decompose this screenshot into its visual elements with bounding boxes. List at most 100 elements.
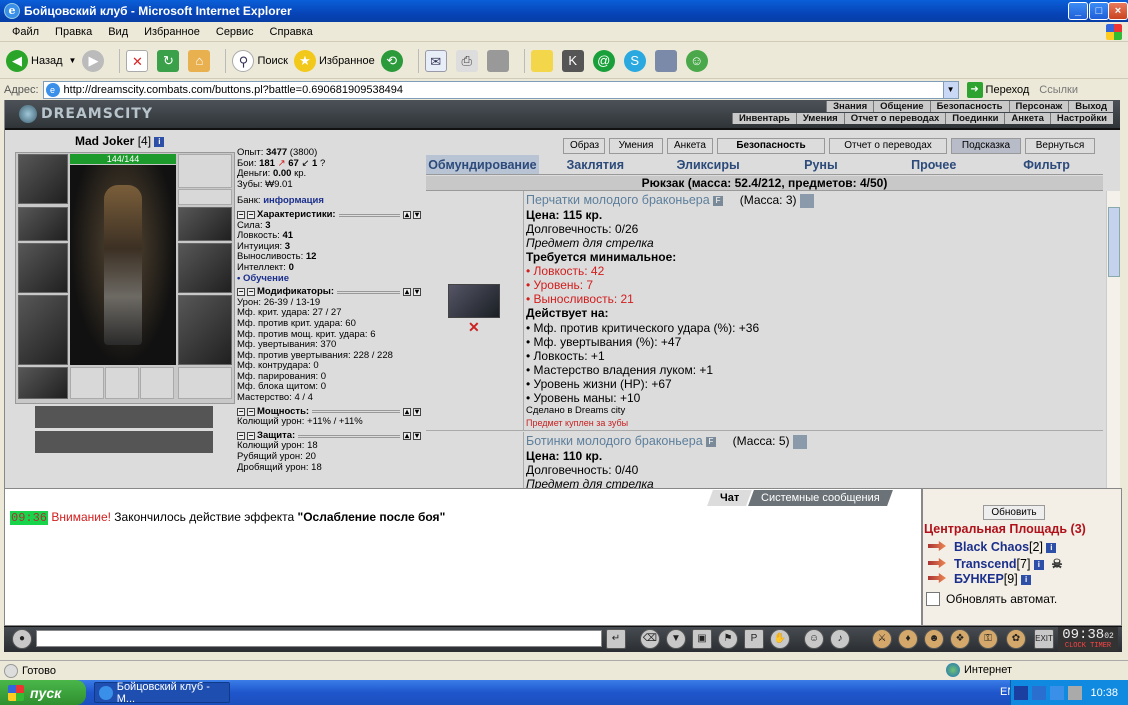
boots-slot[interactable] bbox=[178, 367, 232, 399]
send-icon[interactable]: ↵ bbox=[606, 629, 626, 649]
tray-clock[interactable]: 10:38 bbox=[1090, 687, 1118, 699]
filter-icon[interactable]: ▼ bbox=[666, 629, 686, 649]
info-icon[interactable]: i bbox=[1033, 559, 1044, 570]
minimize-button[interactable]: _ bbox=[1068, 2, 1088, 20]
close-button[interactable]: × bbox=[1108, 2, 1128, 20]
tab-chat[interactable]: Чат bbox=[707, 490, 753, 506]
skype-button[interactable]: S bbox=[623, 49, 649, 72]
gloves-item-image[interactable] bbox=[448, 284, 500, 318]
history-button[interactable]: ⟲ bbox=[380, 49, 406, 72]
sound-icon[interactable]: ♪ bbox=[830, 629, 850, 649]
home-button[interactable]: ⌂ bbox=[188, 49, 213, 72]
maximize-button[interactable]: □ bbox=[1089, 2, 1109, 20]
ring-slot-3[interactable] bbox=[140, 367, 174, 399]
edit-button[interactable] bbox=[486, 49, 512, 72]
info-icon[interactable]: i bbox=[1046, 542, 1057, 553]
refresh-room-button[interactable]: Обновить bbox=[983, 505, 1045, 520]
nav-settings[interactable]: Настройки bbox=[1049, 113, 1113, 124]
weapon-slot[interactable] bbox=[18, 243, 68, 293]
player-item[interactable]: Black Chaos[2] i bbox=[928, 540, 1057, 554]
mask-icon[interactable]: ☻ bbox=[924, 629, 944, 649]
belt-slot[interactable] bbox=[18, 367, 68, 399]
media-button[interactable] bbox=[654, 49, 680, 72]
nav-transfers[interactable]: Отчет о переводах bbox=[843, 113, 946, 124]
pants-slot[interactable] bbox=[178, 295, 232, 365]
print-button[interactable]: ⎙ bbox=[455, 49, 481, 72]
gloves-slot[interactable] bbox=[178, 207, 232, 241]
security-button[interactable]: Безопасность bbox=[717, 138, 825, 154]
exit-icon[interactable]: EXIT bbox=[1034, 629, 1054, 649]
image-button[interactable]: Образ bbox=[563, 138, 605, 154]
clear-icon[interactable]: ⌫ bbox=[640, 629, 660, 649]
item-title[interactable]: Перчатки молодого браконьера bbox=[526, 193, 710, 207]
nav-communication[interactable]: Общение bbox=[873, 101, 930, 112]
ring-slot-2[interactable] bbox=[105, 367, 139, 399]
menu-view[interactable]: Вид bbox=[100, 26, 136, 38]
fight-icon[interactable] bbox=[928, 573, 946, 583]
item-title[interactable]: Ботинки молодого браконьера bbox=[526, 434, 703, 448]
skills-button[interactable]: Умения bbox=[609, 138, 663, 154]
helmet-slot[interactable] bbox=[18, 154, 68, 204]
profile-button[interactable]: Анкета bbox=[667, 138, 713, 154]
forward-button[interactable]: ▶ bbox=[82, 49, 107, 72]
tab-other[interactable]: Прочее bbox=[877, 155, 990, 174]
links-button[interactable]: Ссылки bbox=[1039, 84, 1078, 96]
fight-icon[interactable] bbox=[928, 558, 946, 568]
player-item[interactable]: Transcend[7] i ☠ bbox=[928, 556, 1063, 571]
transfers-button[interactable]: Отчет о переводах bbox=[829, 138, 947, 154]
ring-slot-1[interactable] bbox=[70, 367, 104, 399]
tray-icon[interactable] bbox=[1050, 685, 1065, 700]
return-button[interactable]: Вернуться bbox=[1025, 138, 1095, 154]
tray-icon[interactable] bbox=[1032, 685, 1047, 700]
stop-button[interactable]: ✕ bbox=[126, 49, 151, 72]
armor-slot[interactable] bbox=[18, 295, 68, 365]
network-icon[interactable] bbox=[1014, 685, 1029, 700]
chevron-down-icon[interactable]: ▼ bbox=[69, 56, 77, 65]
nav-fights[interactable]: Поединки bbox=[945, 113, 1005, 124]
silence-icon[interactable]: P bbox=[744, 629, 764, 649]
hint-button[interactable]: Подсказка bbox=[951, 138, 1021, 154]
address-dropdown-icon[interactable]: ▼ bbox=[942, 80, 959, 99]
bag-icon[interactable]: ✿ bbox=[1006, 629, 1026, 649]
taskbar-window-item[interactable]: Бойцовский клуб - M... bbox=[94, 681, 230, 705]
hand-icon[interactable]: ✋ bbox=[770, 629, 790, 649]
tab-system-messages[interactable]: Системные сообщения bbox=[748, 490, 893, 506]
go-button[interactable]: ➜ Переход bbox=[966, 81, 1029, 98]
lock-icon[interactable]: ⚿ bbox=[978, 629, 998, 649]
chat-input[interactable] bbox=[36, 630, 602, 647]
info-icon[interactable]: i bbox=[1021, 574, 1032, 585]
nav-knowledge[interactable]: Знания bbox=[826, 101, 874, 112]
attack-icon[interactable]: ⚔ bbox=[872, 629, 892, 649]
nav-profile[interactable]: Анкета bbox=[1004, 113, 1050, 124]
shield-slot[interactable] bbox=[178, 243, 232, 293]
favorites-button[interactable]: ★ Избранное bbox=[293, 49, 375, 72]
k-button[interactable]: K bbox=[561, 49, 587, 72]
back-button[interactable]: ◀ Назад ▼ bbox=[6, 49, 77, 72]
smiles-icon[interactable]: ● bbox=[12, 629, 32, 649]
smiley-icon[interactable]: ☺ bbox=[804, 629, 824, 649]
scroll-thumb[interactable] bbox=[1108, 207, 1120, 277]
drop-x-icon[interactable]: ✕ bbox=[468, 319, 480, 336]
tab-filter[interactable]: Фильтр bbox=[990, 155, 1103, 174]
search-button[interactable]: ⚲ Поиск bbox=[232, 49, 288, 72]
auto-refresh-checkbox[interactable]: Обновлять автомат. bbox=[926, 592, 1057, 606]
tab-equipment[interactable]: Обмундирование bbox=[426, 155, 539, 174]
menu-tools[interactable]: Сервис bbox=[208, 26, 262, 38]
refresh-button[interactable]: ↻ bbox=[157, 49, 182, 72]
bracers-slot[interactable] bbox=[18, 207, 68, 241]
earrings-slot[interactable] bbox=[178, 154, 232, 188]
training-link[interactable]: • Обучение bbox=[237, 273, 423, 285]
notes-button[interactable] bbox=[530, 49, 556, 72]
save-icon[interactable]: ▣ bbox=[692, 629, 712, 649]
menu-file[interactable]: Файл bbox=[4, 26, 47, 38]
volume-icon[interactable] bbox=[1068, 685, 1083, 700]
info-icon[interactable]: i bbox=[154, 136, 165, 147]
nav-character[interactable]: Персонаж bbox=[1008, 101, 1069, 112]
nav-skills[interactable]: Умения bbox=[795, 113, 844, 124]
menu-favorites[interactable]: Избранное bbox=[136, 26, 208, 38]
amulet-slot[interactable] bbox=[178, 189, 232, 205]
wolf-icon[interactable]: ❖ bbox=[950, 629, 970, 649]
item-list-scrollbar[interactable] bbox=[1106, 191, 1120, 488]
nav-exit[interactable]: Выход bbox=[1068, 101, 1113, 112]
potion-icon[interactable]: ♦ bbox=[898, 629, 918, 649]
